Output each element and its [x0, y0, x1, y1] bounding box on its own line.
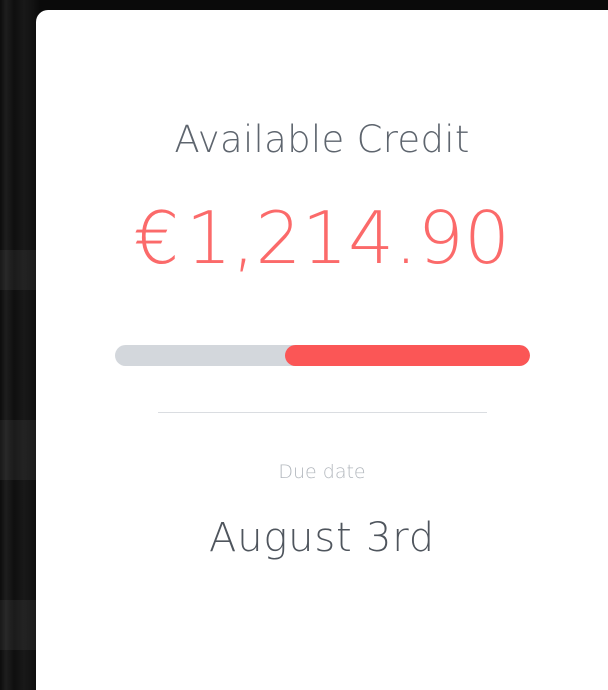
background-streak [0, 250, 36, 290]
credit-progress-fill [285, 345, 530, 366]
due-date-value: August 3rd [209, 515, 435, 561]
credit-progress-bar [115, 345, 530, 366]
due-date-label: Due date [278, 461, 366, 483]
credit-card-panel: Available Credit €1,214.90 Due date Augu… [36, 10, 608, 690]
divider [158, 412, 487, 413]
background-streak [0, 420, 36, 480]
credit-amount: €1,214.90 [36, 196, 608, 280]
background-streak [0, 600, 36, 650]
credit-amount-value: 1,214.90 [185, 196, 511, 280]
card-title: Available Credit [174, 118, 470, 161]
currency-symbol: € [133, 196, 180, 280]
